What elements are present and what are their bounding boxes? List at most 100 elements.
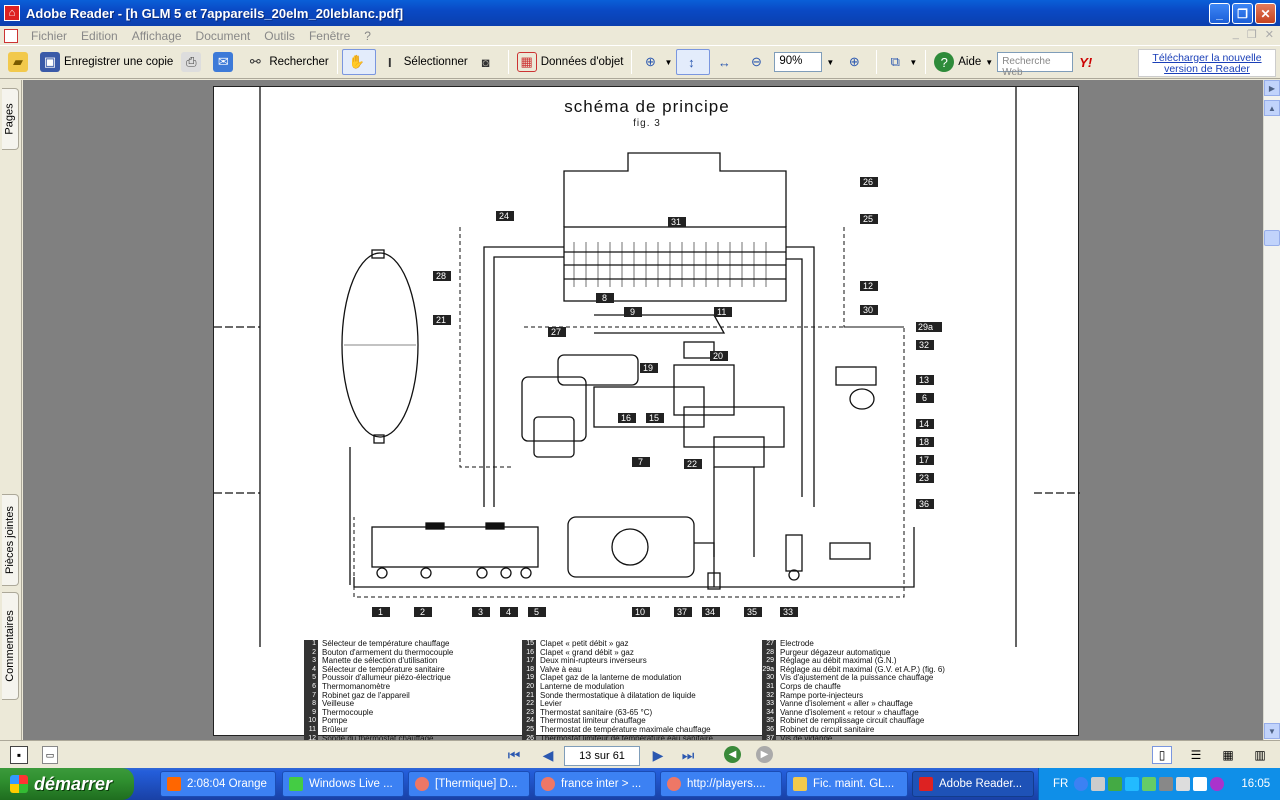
menu-affichage[interactable]: Affichage [125,29,189,43]
fit-height-button[interactable]: ↕ [676,49,711,75]
page-number-input[interactable]: 13 sur 61 [564,746,640,766]
tray-expand-icon[interactable] [1074,777,1089,791]
search-tray-icon[interactable] [1193,777,1208,791]
email-button[interactable]: ✉ [209,49,241,75]
tab-comments[interactable]: Commentaires [2,592,19,700]
select-tool-button[interactable]: I Sélectionner [376,49,472,75]
display-icon[interactable] [1159,777,1174,791]
document-window-controls: _ ❐ ✕ [1233,28,1274,41]
security-icon[interactable] [1108,777,1123,791]
vertical-scrollbar[interactable]: ▶ ▲ ▼ [1263,80,1280,740]
callout-26: 26 [860,177,878,187]
menu-fenetre[interactable]: Fenêtre [302,29,357,43]
menu-document[interactable]: Document [189,29,258,43]
legend-number: 2 [304,648,318,658]
start-button[interactable]: démarrer [0,768,134,800]
svg-text:1: 1 [378,607,383,617]
tab-attachments[interactable]: Pièces jointes [2,494,19,586]
minimize-button[interactable]: _ [1209,3,1230,24]
zoom-out-button[interactable]: ⊖ [742,49,774,75]
messenger-tray-icon[interactable] [1142,777,1157,791]
continuous-facing-view-icon[interactable]: ▥ [1250,746,1270,764]
continuous-view-icon[interactable]: ☰ [1186,746,1206,764]
bluetooth-icon[interactable] [1125,777,1140,791]
hand-tool-button[interactable]: ✋ [341,49,376,75]
search-button[interactable]: ⚯ Rechercher [241,49,332,75]
first-page-button[interactable]: ⏮ [504,746,524,764]
document-viewport[interactable]: schéma de principe fig. 3 26 24 31 25 12… [23,80,1263,761]
zoom-tool-button[interactable]: ⊕ ▼ [636,49,676,75]
rotate-button[interactable]: ⧉ ▼ [881,49,921,75]
legend-number: 19 [522,674,536,683]
single-page-view-icon[interactable]: ▯ [1152,746,1172,764]
svg-text:25: 25 [863,214,873,224]
legend-number: 29a [762,665,776,675]
next-page-button[interactable]: ▶ [648,746,668,764]
download-reader-link[interactable]: Télécharger la nouvelle version de Reade… [1138,49,1276,77]
task-windows-live[interactable]: Windows Live ... [282,771,404,797]
menu-help[interactable]: ? [357,29,378,43]
close-button[interactable]: ✕ [1255,3,1276,24]
email-icon: ✉ [213,52,234,72]
scroll-down-button[interactable]: ▼ [1264,723,1280,739]
task-orange[interactable]: 2:08:04 Orange [160,771,276,797]
antivirus-icon[interactable] [1210,777,1225,791]
task-thermique[interactable]: [Thermique] D... [408,771,530,797]
previous-view-button[interactable]: ◀ [724,746,741,763]
volume-icon[interactable] [1176,777,1191,791]
maximize-button[interactable]: ❐ [1232,3,1253,24]
legend-number: 11 [304,725,318,735]
callout-22: 22 [684,459,702,469]
document-icon[interactable] [4,28,18,43]
scroll-up-arrow[interactable]: ▲ [1264,100,1280,116]
doc-restore-icon[interactable]: ❐ [1247,28,1257,41]
save-icon: ▣ [40,52,60,72]
save-copy-button[interactable]: ▣ Enregistrer une copie [36,49,177,75]
fit-width-button[interactable]: ↔ [710,49,742,75]
scrollbar-thumb[interactable] [1264,230,1280,246]
folder-icon [793,777,807,791]
network-icon[interactable] [1091,777,1106,791]
callout-16: 16 [618,413,636,423]
svg-text:31: 31 [671,217,681,227]
legend-number: 27 [762,640,776,649]
svg-text:30: 30 [863,305,873,315]
tab-pages[interactable]: Pages [2,88,19,150]
next-view-button[interactable]: ▶ [756,746,773,763]
facing-view-icon[interactable]: ▦ [1218,746,1238,764]
task-players[interactable]: http://players.... [660,771,782,797]
select-label: Sélectionner [403,56,468,68]
menu-outils[interactable]: Outils [257,29,302,43]
open-button[interactable]: ▰ [4,49,36,75]
zoom-in-button[interactable]: ⊕ [840,49,872,75]
object-data-button[interactable]: ▦ Données d'objet [513,49,628,75]
page-size-icon[interactable]: ▭ [42,746,58,764]
task-fic-maint[interactable]: Fic. maint. GL... [786,771,908,797]
svg-text:10: 10 [635,607,645,617]
task-france-inter[interactable]: france inter > ... [534,771,656,797]
svg-text:29a: 29a [918,322,933,332]
task-adobe-reader[interactable]: Adobe Reader... [912,771,1034,797]
last-page-button[interactable]: ⏭ [678,746,698,764]
help-button[interactable]: ? Aide ▼ [930,49,997,75]
print-button[interactable]: ⎙ [177,49,209,75]
yahoo-icon[interactable]: Y! [1079,55,1092,70]
legend-number: 29 [762,657,776,666]
web-search-input[interactable]: Recherche Web [997,52,1074,78]
scroll-up-button[interactable]: ▶ [1264,80,1280,96]
zoom-dropdown-icon[interactable]: ▼ [826,58,834,67]
chevron-down-icon: ▼ [985,57,994,67]
fit-width-icon: ↔ [717,54,731,70]
legend-number: 31 [762,682,776,692]
doc-close-icon[interactable]: ✕ [1265,28,1274,41]
snapshot-button[interactable]: ◙ [472,49,504,75]
menu-edition[interactable]: Edition [74,29,125,43]
pages-panel-icon[interactable]: ▪ [10,746,28,764]
zoom-input[interactable]: 90% [774,52,823,72]
doc-minimize-icon[interactable]: _ [1233,28,1239,41]
callout-24: 24 [496,211,514,221]
language-indicator[interactable]: FR [1053,778,1068,790]
previous-page-button[interactable]: ◀ [538,746,558,764]
menu-fichier[interactable]: Fichier [24,29,74,43]
status-bar: ▪ ▭ ⏮ ◀ 13 sur 61 ▶ ⏭ ◀ ▶ ▯ ☰ ▦ ▥ [0,740,1280,768]
